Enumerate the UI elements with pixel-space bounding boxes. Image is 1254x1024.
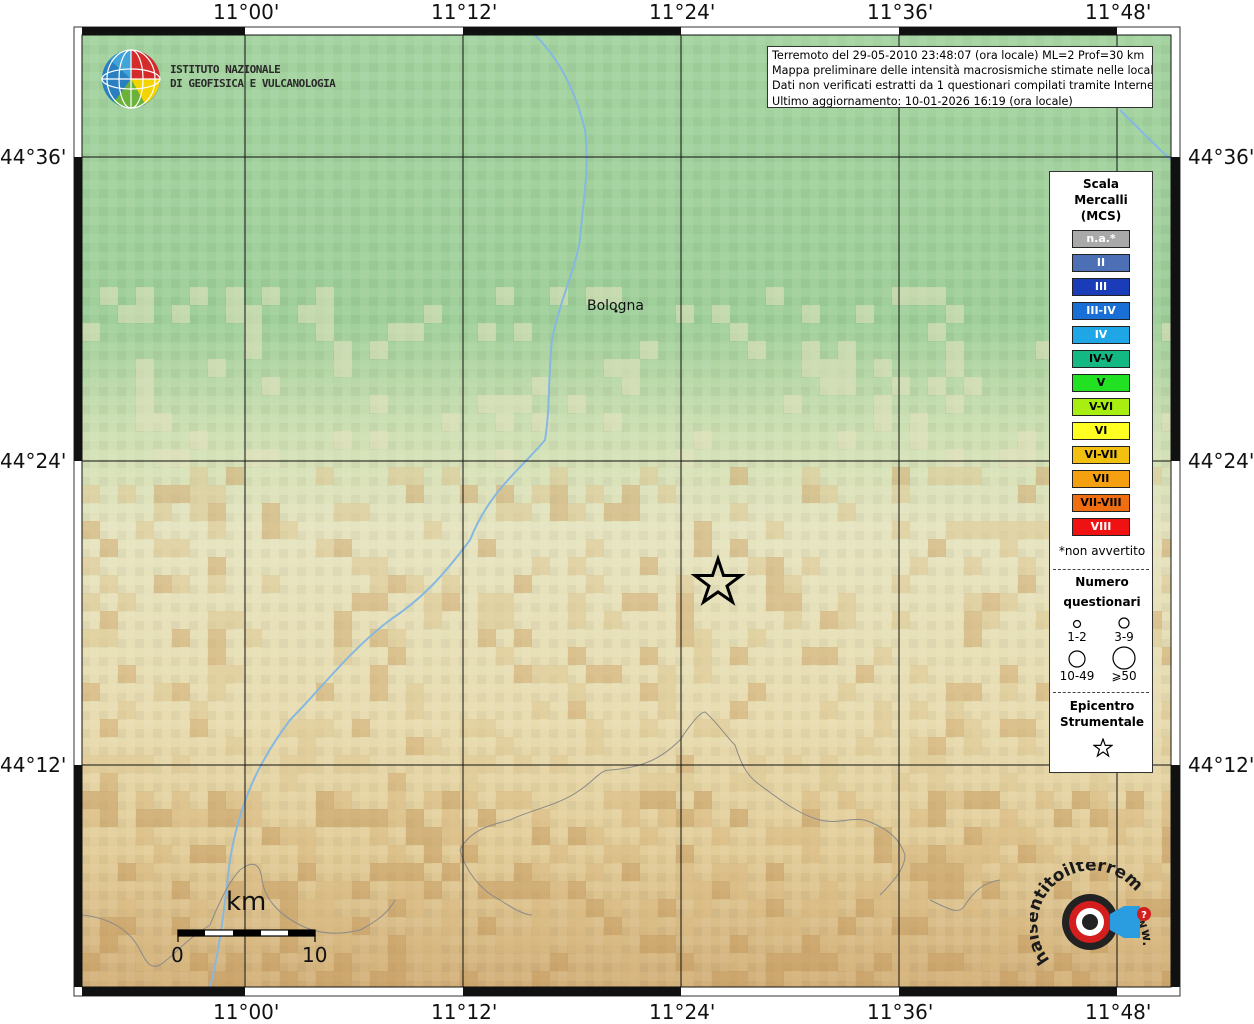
mcs-item-10: VII	[1072, 470, 1130, 488]
q-label-4: ⩾50	[1111, 669, 1137, 683]
lon-label-1: 11°00'	[213, 0, 280, 24]
lon-label-bottom-2: 11°12'	[431, 1000, 498, 1024]
mcs-item-12: VIII	[1072, 518, 1130, 536]
ingv-name: ISTITUTO NAZIONALE DI GEOFISICA E VULCAN…	[170, 63, 336, 91]
epicentro-title-1: Epicentro	[1069, 699, 1135, 713]
ingv-globe-logo-icon	[101, 49, 161, 109]
place-bologna: Bologna	[587, 298, 644, 314]
questionari-title-2: questionari	[1063, 595, 1141, 609]
legend-title-1: Scala	[1082, 177, 1120, 191]
questionari-title-1: Numero	[1075, 575, 1129, 589]
q-label-3: 10-49	[1059, 669, 1095, 683]
legend-title-2: Mercalli	[1074, 193, 1128, 207]
mcs-item-9: VI-VII	[1072, 446, 1130, 464]
lon-label-bottom-3: 11°24'	[649, 1000, 716, 1024]
scale-max: 10	[302, 943, 328, 967]
lon-label-bottom-5: 11°48'	[1085, 1000, 1152, 1024]
lat-label-left-1: 44°36'	[0, 145, 67, 169]
lon-label-2: 11°12'	[431, 0, 498, 24]
mcs-item-7: V-VI	[1072, 398, 1130, 416]
mcs-item-8: VI	[1072, 422, 1130, 440]
mcs-item-5: IV-V	[1072, 350, 1130, 368]
legend-star-icon	[1093, 738, 1113, 758]
mcs-item-6: V	[1072, 374, 1130, 392]
info-line-1: Terremoto del 29-05-2010 23:48:07 (ora l…	[772, 49, 1145, 62]
legend-title-3: (MCS)	[1080, 209, 1122, 223]
lat-label-right-2: 44°24'	[1188, 449, 1254, 473]
info-line-3: Dati non verificati estratti da 1 questi…	[772, 79, 1153, 93]
legend-separator-1	[1053, 569, 1149, 570]
lat-label-right-1: 44°36'	[1188, 145, 1254, 169]
q-label-1: 1-2	[1067, 630, 1087, 644]
mcs-item-0: n.a.*	[1072, 230, 1130, 248]
haisentito-logo-icon: haisentitoilterremoto.it www. ?	[1030, 862, 1154, 969]
mcs-legend: Scala Mercalli (MCS) n.a.* II III III-IV IV I…	[1049, 171, 1153, 773]
info-line-2: Mappa preliminare delle intensità macros…	[772, 64, 1153, 78]
legend-note: *non avvertito	[1058, 544, 1146, 558]
epicentro-title-2: Strumentale	[1059, 715, 1145, 729]
lon-label-bottom-1: 11°00'	[213, 1000, 280, 1024]
legend-separator-2	[1053, 692, 1149, 693]
mcs-item-4: IV	[1072, 326, 1130, 344]
legend-title: Scala Mercalli (MCS)	[1050, 176, 1152, 224]
info-line-4: Ultimo aggiornamento: 10-01-2026 16:19 (…	[772, 94, 1073, 108]
mcs-item-11: VII-VIII	[1072, 494, 1130, 512]
q-label-2: 3-9	[1114, 630, 1134, 644]
lat-label-right-3: 44°12'	[1188, 753, 1254, 777]
lon-label-3: 11°24'	[649, 0, 716, 24]
event-info-box: Terremoto del 29-05-2010 23:48:07 (ora l…	[767, 46, 1153, 108]
mcs-item-2: III	[1072, 278, 1130, 296]
ingv-line-2: DI GEOFISICA E VULCANOLOGIA	[170, 77, 336, 90]
svg-text:?: ?	[1141, 910, 1147, 921]
lon-label-5: 11°48'	[1085, 0, 1152, 24]
lat-label-left-3: 44°12'	[0, 753, 67, 777]
ingv-line-1: ISTITUTO NAZIONALE	[170, 63, 281, 76]
scale-min: 0	[171, 943, 184, 967]
lon-label-4: 11°36'	[867, 0, 934, 24]
mcs-item-3: III-IV	[1072, 302, 1130, 320]
mcs-item-1: II	[1072, 254, 1130, 272]
scale-unit: km	[226, 887, 267, 917]
lat-label-left-2: 44°24'	[0, 449, 67, 473]
lon-label-bottom-4: 11°36'	[867, 1000, 934, 1024]
